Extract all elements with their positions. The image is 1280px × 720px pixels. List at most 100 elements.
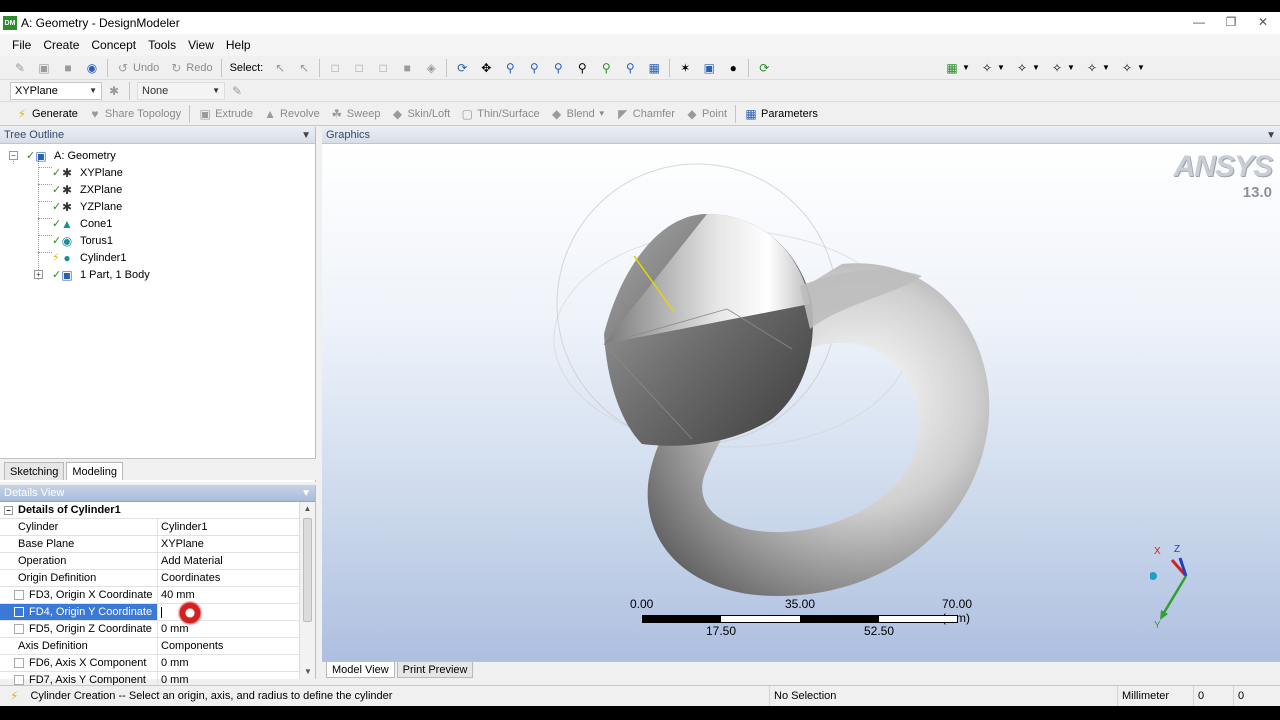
open-button[interactable]: ▣ bbox=[32, 58, 56, 78]
new-button[interactable]: ✎ bbox=[8, 58, 32, 78]
zoom-fit-button[interactable]: ⚲ bbox=[546, 58, 570, 78]
details-group[interactable]: − Details of Cylinder1 bbox=[0, 502, 300, 519]
zoom-out-button[interactable]: ⚲ bbox=[618, 58, 642, 78]
point-button[interactable]: ◆ Point bbox=[680, 104, 732, 124]
select-bodies-button[interactable]: ■ bbox=[395, 58, 419, 78]
redo-button[interactable]: ↻ Redo bbox=[164, 58, 217, 78]
share-topology-button[interactable]: ♥ Share Topology bbox=[83, 104, 186, 124]
details-row-value[interactable]: 0 mm bbox=[158, 655, 300, 671]
zoom-window-button[interactable]: ⚲ bbox=[570, 58, 594, 78]
status-units[interactable]: Millimeter bbox=[1118, 686, 1194, 706]
axis-triad[interactable]: X Z Y bbox=[1150, 544, 1220, 644]
scroll-down-icon[interactable]: ▼ bbox=[300, 665, 316, 679]
menu-file[interactable]: File bbox=[6, 38, 37, 52]
tree-root[interactable]: − ✓ ▣ A: Geometry bbox=[0, 147, 315, 164]
details-row-value[interactable]: 0 mm bbox=[158, 621, 300, 637]
select-mode-button[interactable]: ↖ bbox=[268, 58, 292, 78]
display-point-button[interactable]: ● bbox=[721, 58, 745, 78]
collapse-icon[interactable]: − bbox=[9, 151, 18, 160]
surface-tool-button[interactable]: ✧ ▼ bbox=[1080, 58, 1115, 78]
new-plane-button[interactable]: ✱ bbox=[102, 81, 126, 101]
select-edges-button[interactable]: □ bbox=[347, 58, 371, 78]
extrude-button[interactable]: ▣ Extrude bbox=[193, 104, 258, 124]
tab-sketching[interactable]: Sketching bbox=[4, 462, 65, 480]
screenshot-button[interactable]: ◉ bbox=[80, 58, 104, 78]
zoom-button[interactable]: ⚲ bbox=[498, 58, 522, 78]
tree-item-parts[interactable]: + ✓ ▣ 1 Part, 1 Body bbox=[0, 266, 315, 283]
pin-icon[interactable]: ▼ bbox=[301, 130, 311, 141]
details-row-origin-z[interactable]: FD5, Origin Z Coordinate 0 mm bbox=[0, 621, 300, 638]
menu-concept[interactable]: Concept bbox=[85, 38, 142, 52]
parameter-checkbox[interactable] bbox=[14, 658, 24, 668]
point-tool-button[interactable]: ✧ ▼ bbox=[975, 58, 1010, 78]
tab-model-view[interactable]: Model View bbox=[326, 662, 395, 678]
tree-item-yzplane[interactable]: ✓ ✱ YZPlane bbox=[0, 198, 315, 215]
pin-icon[interactable]: ▼ bbox=[1266, 130, 1276, 141]
expand-icon[interactable]: + bbox=[34, 270, 43, 279]
tree-item-cone1[interactable]: ✓ ▲ Cone1 bbox=[0, 215, 315, 232]
restore-icon[interactable]: ❐ bbox=[1218, 14, 1244, 30]
box-zoom-button[interactable]: ⚲ bbox=[522, 58, 546, 78]
tree-item-cylinder1[interactable]: ⚡ ● Cylinder1 bbox=[0, 249, 315, 266]
menu-view[interactable]: View bbox=[182, 38, 220, 52]
close-icon[interactable]: ✕ bbox=[1250, 14, 1276, 30]
parameters-button[interactable]: ▦ Parameters bbox=[739, 104, 823, 124]
scrollbar-thumb[interactable] bbox=[303, 518, 312, 622]
pan-button[interactable]: ✥ bbox=[474, 58, 498, 78]
sweep-button[interactable]: ☘ Sweep bbox=[325, 104, 386, 124]
body-tool-button[interactable]: ✧ ▼ bbox=[1115, 58, 1150, 78]
parameter-checkbox[interactable] bbox=[14, 590, 24, 600]
blend-button[interactable]: ◆ Blend ▼ bbox=[545, 104, 611, 124]
display-toggle-button[interactable]: ▦ ▼ bbox=[940, 58, 975, 78]
generate-button[interactable]: ⚡ Generate bbox=[10, 104, 83, 124]
revolve-button[interactable]: ▲ Revolve bbox=[258, 104, 325, 124]
tree-item-torus1[interactable]: ✓ ◉ Torus1 bbox=[0, 232, 315, 249]
tab-print-preview[interactable]: Print Preview bbox=[396, 662, 474, 678]
new-sketch-button[interactable]: ✎ bbox=[225, 81, 249, 101]
select-box-button[interactable]: ↖ bbox=[292, 58, 316, 78]
details-row-axis-x[interactable]: FD6, Axis X Component 0 mm bbox=[0, 655, 300, 672]
skin-loft-button[interactable]: ◆ Skin/Loft bbox=[385, 104, 455, 124]
thin-surface-button[interactable]: ▢ Thin/Surface bbox=[455, 104, 544, 124]
select-points-button[interactable]: □ bbox=[323, 58, 347, 78]
extend-selection-button[interactable]: ◈ bbox=[419, 58, 443, 78]
menu-tools[interactable]: Tools bbox=[142, 38, 182, 52]
line-tool-button[interactable]: ✧ ▼ bbox=[1010, 58, 1045, 78]
menu-help[interactable]: Help bbox=[220, 38, 257, 52]
details-row-operation[interactable]: Operation Add Material bbox=[0, 553, 300, 570]
tree-item-xyplane[interactable]: ✓ ✱ XYPlane bbox=[0, 164, 315, 181]
3d-viewport[interactable]: ANSYS 13.0 0.00 35.00 70.00 (mm) 17.50 5… bbox=[322, 144, 1280, 661]
pin-icon[interactable]: ▼ bbox=[301, 488, 311, 499]
origin-y-input[interactable] bbox=[158, 601, 300, 625]
parameter-checkbox[interactable] bbox=[14, 607, 24, 617]
parameter-checkbox[interactable] bbox=[14, 624, 24, 634]
menu-create[interactable]: Create bbox=[37, 38, 85, 52]
details-row-value[interactable]: Components bbox=[158, 638, 300, 654]
chamfer-button[interactable]: ◤ Chamfer bbox=[611, 104, 680, 124]
details-row-value[interactable]: Coordinates bbox=[158, 570, 300, 586]
zoom-in-button[interactable]: ⚲ bbox=[594, 58, 618, 78]
previous-view-button[interactable]: ▦ bbox=[642, 58, 666, 78]
details-row-cylinder[interactable]: Cylinder Cylinder1 bbox=[0, 519, 300, 536]
rotate-button[interactable]: ⟳ bbox=[450, 58, 474, 78]
details-row-origin-definition[interactable]: Origin Definition Coordinates bbox=[0, 570, 300, 587]
undo-button[interactable]: ↺ Undo bbox=[111, 58, 164, 78]
details-row-origin-y[interactable]: FD4, Origin Y Coordinate bbox=[0, 601, 300, 625]
tree-item-zxplane[interactable]: ✓ ✱ ZXPlane bbox=[0, 181, 315, 198]
active-sketch-dropdown[interactable]: None ▼ bbox=[137, 81, 225, 100]
details-row-value[interactable]: Cylinder1 bbox=[158, 519, 300, 535]
edge-tool-button[interactable]: ✧ ▼ bbox=[1045, 58, 1080, 78]
details-row-base-plane[interactable]: Base Plane XYPlane bbox=[0, 536, 300, 553]
minimize-icon[interactable]: — bbox=[1186, 14, 1212, 30]
parameter-checkbox[interactable] bbox=[14, 675, 24, 685]
details-row-value[interactable]: 40 mm bbox=[158, 587, 300, 603]
triad-toggle-button[interactable]: ✶ bbox=[673, 58, 697, 78]
select-faces-button[interactable]: □ bbox=[371, 58, 395, 78]
details-row-value[interactable]: Add Material bbox=[158, 553, 300, 569]
save-button[interactable]: ■ bbox=[56, 58, 80, 78]
look-at-button[interactable]: ⟳ bbox=[752, 58, 776, 78]
details-scrollbar[interactable]: ▲ ▼ bbox=[299, 502, 315, 679]
collapse-icon[interactable]: − bbox=[4, 505, 13, 515]
tab-modeling[interactable]: Modeling bbox=[66, 462, 123, 480]
active-plane-dropdown[interactable]: XYPlane ▼ bbox=[10, 81, 102, 100]
